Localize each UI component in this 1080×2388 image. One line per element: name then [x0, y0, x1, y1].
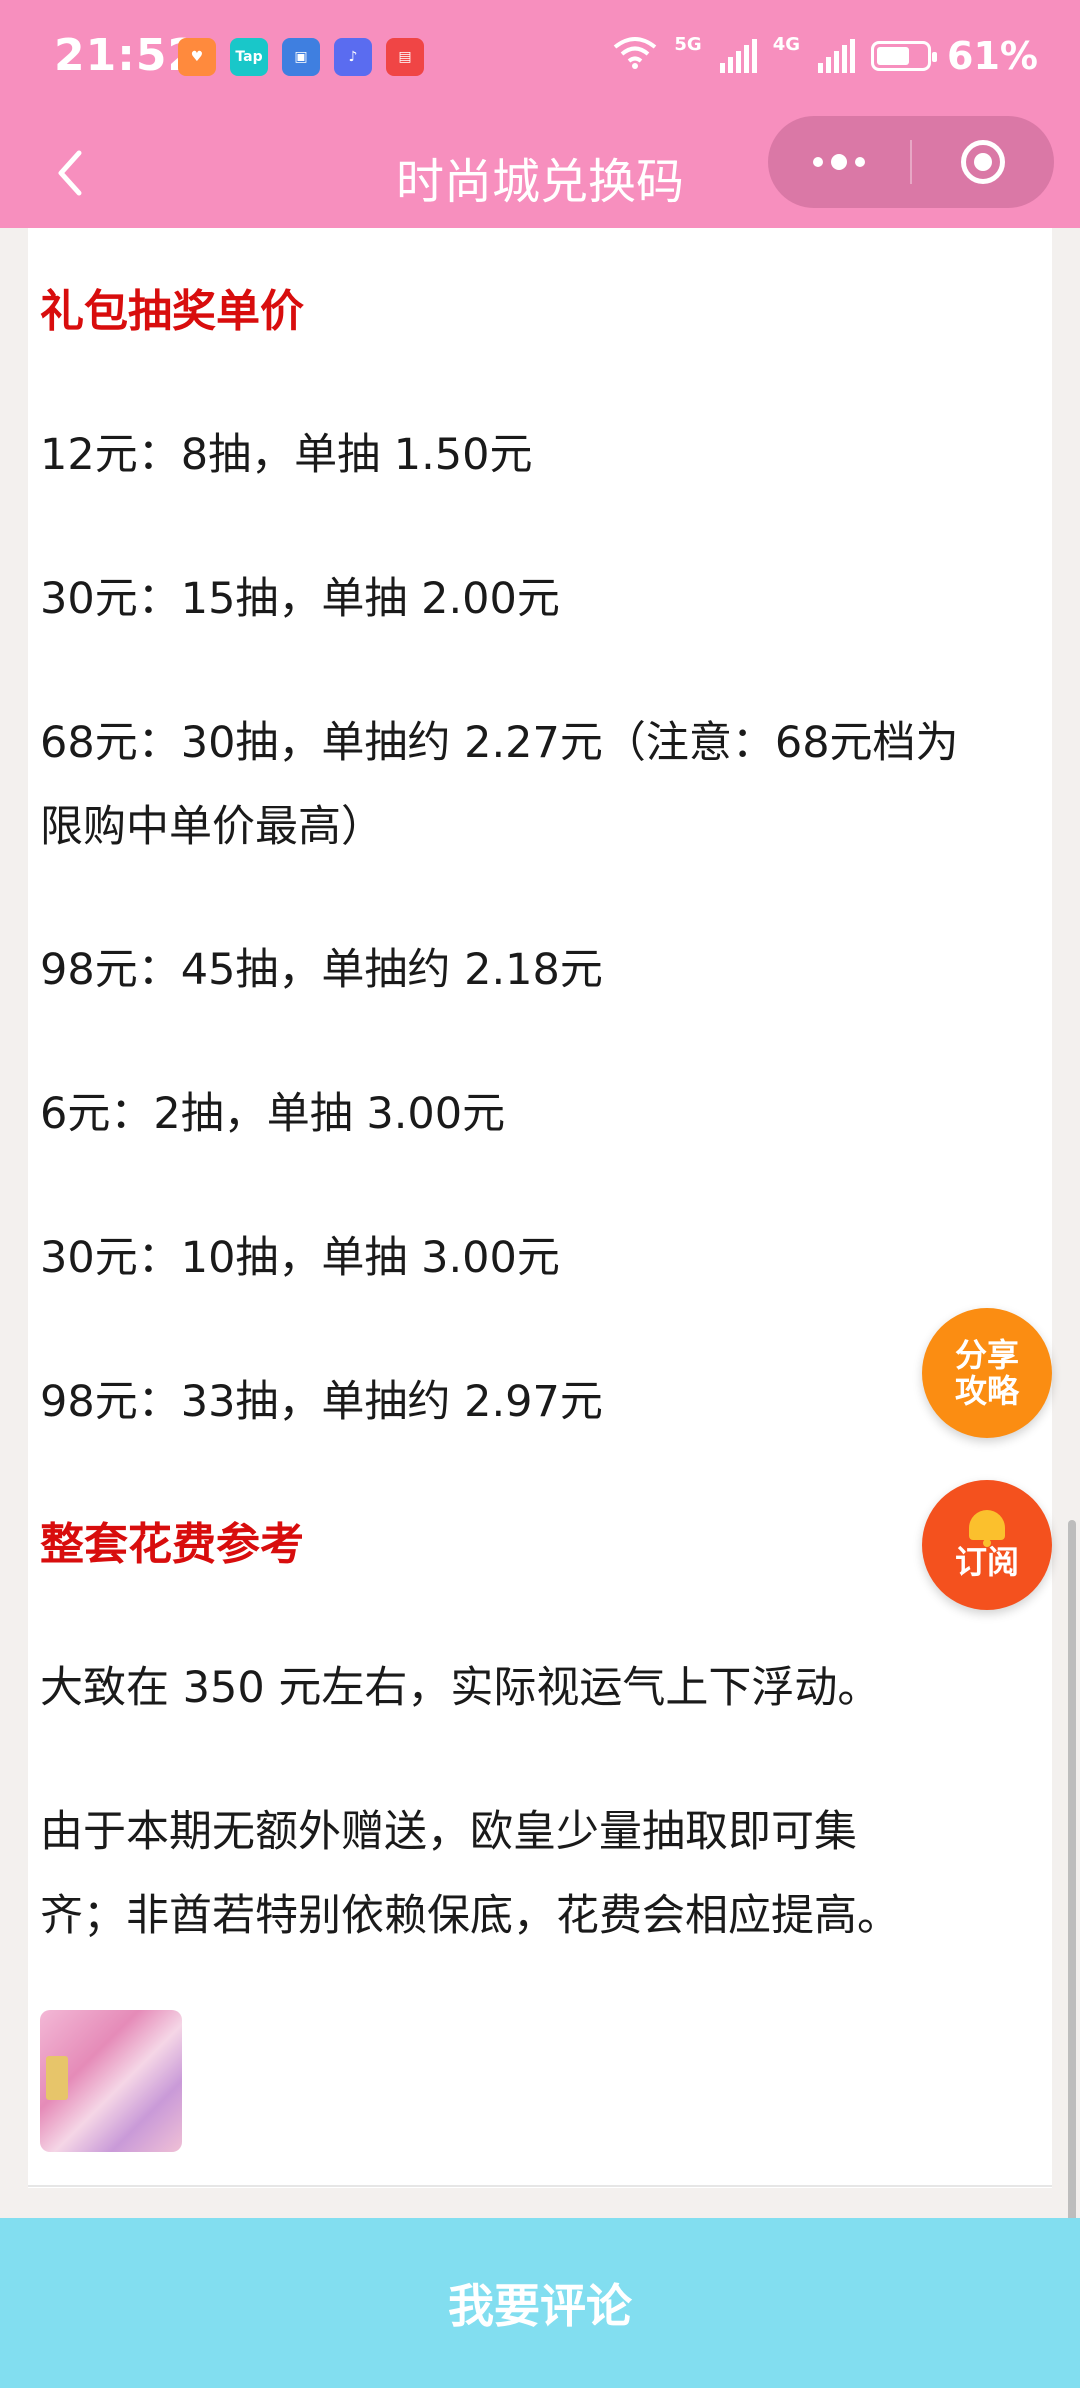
signal-5g-icon [719, 39, 757, 73]
cost-detail-line1: 由于本期无额外赠送，欧皇少量抽取即可集 [40, 1807, 857, 1857]
subscribe-button[interactable]: 订阅 [922, 1480, 1052, 1610]
price-line-12: 12元：8抽，单抽 1.50元 [40, 430, 533, 480]
article-card: 礼包抽奖单价 12元：8抽，单抽 1.50元 30元：15抽，单抽 2.00元 … [28, 228, 1052, 2188]
article-image-thumbnail[interactable] [40, 2010, 182, 2152]
bell-icon [969, 1510, 1005, 1547]
share-guide-button[interactable]: 分享 攻略 [922, 1308, 1052, 1438]
taptap-app-icon: Tap [230, 38, 268, 76]
status-bar: 21:52 ♥ Tap ▣ ♪ ▤ 5G 4G 61% [0, 0, 1080, 120]
section-heading-cost: 整套花费参考 [40, 1519, 304, 1570]
battery-percent: 61% [947, 34, 1038, 78]
share-label-line2: 攻略 [954, 1372, 1019, 1410]
book-app-icon: ▤ [386, 38, 424, 76]
comment-divider [28, 2185, 1052, 2187]
battery-icon [871, 41, 938, 71]
more-dots-icon [813, 157, 823, 167]
price-line-6: 6元：2抽，单抽 3.00元 [40, 1089, 506, 1139]
close-mini-program-button[interactable] [912, 116, 1054, 208]
heart-app-icon: ♥ [178, 38, 216, 76]
scrollbar[interactable] [1068, 1520, 1076, 2245]
price-line-98: 98元：45抽，单抽约 2.18元 [40, 945, 603, 995]
signal-4g-icon [818, 39, 856, 73]
price-line-30: 30元：15抽，单抽 2.00元 [40, 574, 560, 624]
write-comment-button[interactable]: 我要评论 [0, 2218, 1080, 2388]
system-indicators: 5G 4G 61% [612, 34, 1038, 78]
cost-detail-line2: 齐；非酋若特别依赖保底，花费会相应提高。 [40, 1891, 900, 1941]
nav-bar: 时尚城兑换码 [0, 116, 1080, 228]
notification-icons: ♥ Tap ▣ ♪ ▤ [178, 38, 424, 76]
subscribe-label: 订阅 [954, 1543, 1019, 1581]
price-line-68: 68元：30抽，单抽约 2.27元（注意：68元档为 [40, 718, 959, 768]
share-label-line1: 分享 [954, 1336, 1019, 1374]
cost-summary: 大致在 350 元左右，实际视运气上下浮动。 [40, 1663, 881, 1713]
wifi-icon [612, 35, 658, 78]
mini-program-capsule [768, 116, 1054, 208]
price-line-30b: 30元：10抽，单抽 3.00元 [40, 1233, 560, 1283]
price-line-98b: 98元：33抽，单抽约 2.97元 [40, 1377, 603, 1427]
more-options-button[interactable] [768, 116, 910, 208]
signal-5g-label: 5G [674, 33, 702, 55]
write-comment-label: 我要评论 [448, 2279, 632, 2333]
section-heading-price: 礼包抽奖单价 [40, 286, 304, 337]
price-line-68-note: 限购中单价最高） [40, 802, 384, 852]
signal-4g-label: 4G [772, 33, 801, 55]
target-icon [961, 140, 1005, 184]
pad-app-icon: ▣ [282, 38, 320, 76]
music-app-icon: ♪ [334, 38, 372, 76]
